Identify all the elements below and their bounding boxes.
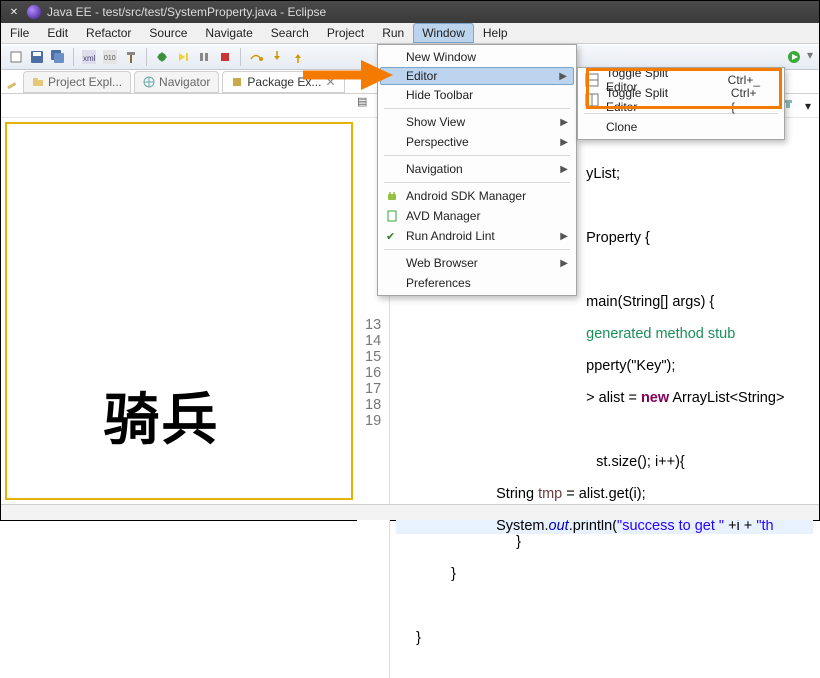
menu-item-run-lint[interactable]: ✔ Run Android Lint▶ xyxy=(380,226,574,246)
submenu-arrow-icon: ▶ xyxy=(560,117,568,128)
submenu-arrow-icon: ▶ xyxy=(559,71,567,82)
svg-text:010: 010 xyxy=(104,55,116,62)
toggle-breadcrumb-icon[interactable]: ▤ xyxy=(357,95,367,108)
menu-separator xyxy=(384,249,570,250)
menu-item-preferences[interactable]: Preferences xyxy=(380,273,574,293)
menu-refactor[interactable]: Refactor xyxy=(77,23,140,43)
menu-file[interactable]: File xyxy=(1,23,38,43)
view-label: Project Expl... xyxy=(48,75,122,89)
submenu-arrow-icon: ▶ xyxy=(560,231,568,242)
menu-project[interactable]: Project xyxy=(318,23,373,43)
menu-item-perspective[interactable]: Perspective▶ xyxy=(380,132,574,152)
android-icon xyxy=(385,189,399,203)
save-icon[interactable] xyxy=(28,48,46,66)
check-icon: ✔ xyxy=(386,230,395,243)
menu-item-clone[interactable]: Clone xyxy=(580,117,782,137)
menu-source[interactable]: Source xyxy=(140,23,196,43)
menu-item-new-window[interactable]: New Window xyxy=(380,47,574,67)
xml-icon[interactable]: xml xyxy=(80,48,98,66)
binary-icon[interactable]: 010 xyxy=(101,48,119,66)
editor-submenu: Toggle Split EditorCtrl+_ Toggle Split E… xyxy=(577,67,785,140)
status-bar xyxy=(1,504,819,520)
skip-icon[interactable] xyxy=(174,48,192,66)
menu-item-avd-manager[interactable]: AVD Manager xyxy=(380,206,574,226)
menu-bar: File Edit Refactor Source Navigate Searc… xyxy=(1,23,819,44)
toolbar-overflow: ▾ xyxy=(785,48,813,66)
eclipse-icon xyxy=(27,5,41,19)
hammer-icon[interactable] xyxy=(122,48,140,66)
close-icon[interactable]: ✕ xyxy=(325,75,335,89)
menu-item-editor[interactable]: Editor▶ xyxy=(380,67,574,85)
split-vertical-icon xyxy=(585,93,599,107)
submenu-arrow-icon: ▶ xyxy=(560,164,568,175)
menu-item-toggle-split-v[interactable]: Toggle Split EditorCtrl+{ xyxy=(580,90,782,110)
window-close-icon[interactable]: ✕ xyxy=(7,5,21,19)
edit-views-icon[interactable] xyxy=(5,75,19,89)
menu-run[interactable]: Run xyxy=(373,23,413,43)
save-all-icon[interactable] xyxy=(49,48,67,66)
view-package-explorer[interactable]: Package Ex... ✕ xyxy=(222,71,344,93)
run-button[interactable] xyxy=(785,48,803,66)
menu-edit[interactable]: Edit xyxy=(38,23,77,43)
new-icon[interactable] xyxy=(7,48,25,66)
device-icon xyxy=(385,209,399,223)
navigator-icon xyxy=(143,76,155,88)
menu-item-android-sdk[interactable]: Android SDK Manager xyxy=(380,186,574,206)
view-label: Navigator xyxy=(159,75,210,89)
menu-window[interactable]: Window xyxy=(413,23,474,43)
package-icon xyxy=(231,76,243,88)
menu-separator xyxy=(384,108,570,109)
view-project-explorer[interactable]: Project Expl... xyxy=(23,71,131,93)
submenu-arrow-icon: ▶ xyxy=(560,137,568,148)
menu-separator xyxy=(384,155,570,156)
stop-icon[interactable] xyxy=(216,48,234,66)
debug-icon[interactable] xyxy=(153,48,171,66)
step-into-icon[interactable] xyxy=(268,48,286,66)
menu-search[interactable]: Search xyxy=(262,23,318,43)
menu-navigate[interactable]: Navigate xyxy=(196,23,261,43)
view-navigator[interactable]: Navigator xyxy=(134,71,219,93)
title-bar: ✕ Java EE - test/src/test/SystemProperty… xyxy=(1,1,819,23)
watermark-text: 骑兵 xyxy=(103,375,219,456)
step-return-icon[interactable] xyxy=(289,48,307,66)
menu-item-hide-toolbar[interactable]: Hide Toolbar xyxy=(380,85,574,105)
view-menu-icon[interactable]: ▾ xyxy=(805,99,811,113)
svg-text:xml: xml xyxy=(83,54,96,63)
step-over-icon[interactable] xyxy=(247,48,265,66)
window-menu: New Window Editor▶ Hide Toolbar Show Vie… xyxy=(377,44,577,296)
submenu-arrow-icon: ▶ xyxy=(560,258,568,269)
dropdown-icon[interactable]: ▾ xyxy=(807,48,813,66)
view-label: Package Ex... xyxy=(247,75,321,89)
menu-item-show-view[interactable]: Show View▶ xyxy=(380,112,574,132)
split-horizontal-icon xyxy=(585,73,599,87)
menu-item-web-browser[interactable]: Web Browser▶ xyxy=(380,253,574,273)
menu-separator xyxy=(384,182,570,183)
folder-icon xyxy=(32,76,44,88)
pause-icon[interactable] xyxy=(195,48,213,66)
menu-help[interactable]: Help xyxy=(474,23,517,43)
menu-item-navigation[interactable]: Navigation▶ xyxy=(380,159,574,179)
left-highlight-panel: 骑兵 xyxy=(5,122,353,500)
window-title: Java EE - test/src/test/SystemProperty.j… xyxy=(47,5,326,19)
